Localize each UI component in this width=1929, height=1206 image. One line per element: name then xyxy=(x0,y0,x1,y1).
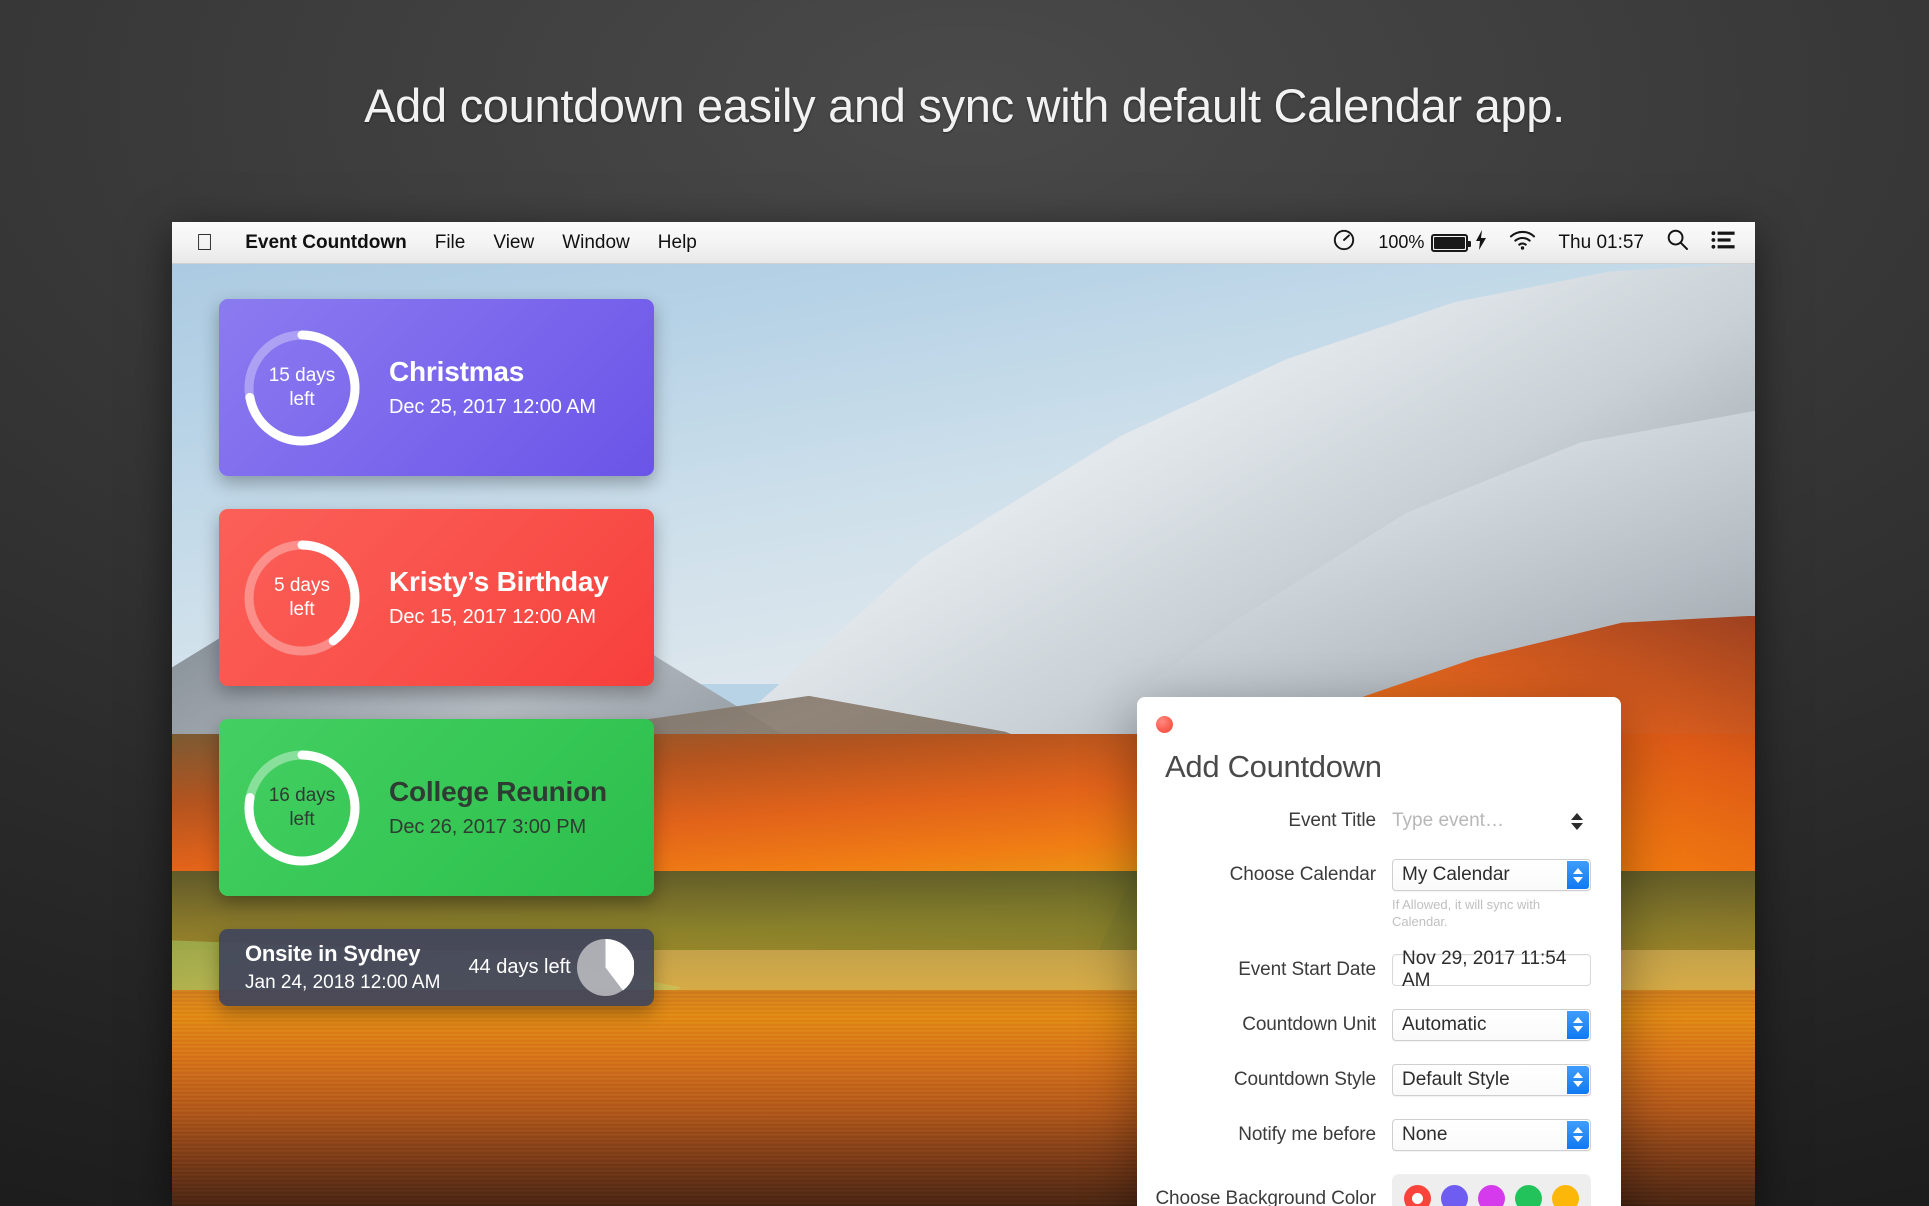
dialog-title: Add Countdown xyxy=(1165,749,1382,784)
menubar-clock[interactable]: Thu 01:57 xyxy=(1558,232,1644,254)
progress-ring-label: 5 days left xyxy=(241,537,363,659)
chevron-updown-icon xyxy=(1567,1120,1589,1149)
menu-app-name[interactable]: Event Countdown xyxy=(245,232,406,254)
days-left-number: 16 days xyxy=(268,785,336,807)
field-notify-me-before: Notify me before None xyxy=(1155,1118,1591,1151)
color-swatch-magenta[interactable] xyxy=(1477,1184,1505,1206)
field-countdown-unit: Countdown Unit Automatic xyxy=(1155,1008,1591,1041)
progress-ring-label: 16 days left xyxy=(241,747,363,869)
card-date: Jan 24, 2018 12:00 AM xyxy=(245,972,441,993)
days-left-number: 5 days xyxy=(274,575,330,597)
countdown-style-select[interactable]: Default Style xyxy=(1392,1063,1591,1096)
close-button[interactable] xyxy=(1156,716,1173,733)
select-value: None xyxy=(1402,1123,1448,1145)
select-value: Automatic xyxy=(1402,1013,1487,1035)
days-left-number: 15 days xyxy=(268,365,336,387)
field-label: Event Title xyxy=(1288,810,1376,831)
event-title-input[interactable]: Type event… xyxy=(1392,805,1591,836)
battery-status[interactable]: 100% xyxy=(1378,229,1487,256)
field-label: Choose Background Color xyxy=(1155,1187,1376,1206)
progress-ring: 15 days left xyxy=(241,327,363,449)
days-left-unit: left xyxy=(289,598,315,620)
countdown-card-college-reunion[interactable]: 16 days left College Reunion Dec 26, 201… xyxy=(219,719,654,896)
days-left-label: 44 days left xyxy=(468,956,571,978)
battery-icon xyxy=(1431,233,1472,252)
bolt-icon xyxy=(1475,229,1487,256)
countdown-card-list: 15 days left Christmas Dec 25, 2017 12:0… xyxy=(219,299,654,1006)
event-title-stepper-icon[interactable] xyxy=(1569,808,1584,834)
card-date: Dec 25, 2017 12:00 AM xyxy=(389,396,596,418)
chevron-updown-icon xyxy=(1567,1010,1589,1039)
countdown-card-kristys-birthday[interactable]: 5 days left Kristy’s Birthday Dec 15, 20… xyxy=(219,509,654,686)
select-value: My Calendar xyxy=(1402,864,1510,885)
field-label: Event Start Date xyxy=(1238,958,1376,980)
menu-item-file[interactable]: File xyxy=(435,232,466,254)
progress-ring-label: 15 days left xyxy=(241,327,363,449)
battery-percent-label: 100% xyxy=(1378,232,1425,252)
menu-item-window[interactable]: Window xyxy=(562,232,630,254)
field-background-color: Choose Background Color xyxy=(1155,1173,1591,1206)
card-date: Dec 26, 2017 3:00 PM xyxy=(389,816,587,838)
days-left-unit: left xyxy=(289,808,315,830)
menu-item-view[interactable]: View xyxy=(493,232,534,254)
color-swatch-red[interactable] xyxy=(1403,1184,1431,1206)
event-start-date-input[interactable]: Nov 29, 2017 11:54 AM xyxy=(1392,948,1591,991)
field-choose-calendar: Choose Calendar My Calendar If Allowed, … xyxy=(1155,859,1591,931)
color-swatch-purple[interactable] xyxy=(1440,1184,1468,1206)
progress-ring: 5 days left xyxy=(241,537,363,659)
progress-ring: 16 days left xyxy=(241,747,363,869)
menu-bar:  Event Countdown File View Window Help … xyxy=(172,222,1755,264)
color-swatch-amber[interactable] xyxy=(1552,1184,1580,1206)
days-left-unit: left xyxy=(289,388,315,410)
chevron-updown-icon xyxy=(1567,861,1589,889)
progress-pie xyxy=(577,938,635,996)
calendar-sync-hint: If Allowed, it will sync with Calendar. xyxy=(1392,897,1541,929)
color-swatch-panel xyxy=(1392,1173,1591,1206)
field-countdown-style: Countdown Style Default Style xyxy=(1155,1063,1591,1096)
field-label: Countdown Unit xyxy=(1242,1013,1376,1035)
card-title: College Reunion xyxy=(389,776,607,807)
timemachine-icon[interactable] xyxy=(1332,228,1356,258)
wifi-icon[interactable] xyxy=(1509,230,1536,256)
field-label: Notify me before xyxy=(1238,1123,1376,1145)
list-icon[interactable] xyxy=(1711,230,1735,256)
countdown-card-christmas[interactable]: 15 days left Christmas Dec 25, 2017 12:0… xyxy=(219,299,654,476)
menu-item-help[interactable]: Help xyxy=(658,232,697,254)
card-title: Kristy’s Birthday xyxy=(389,566,609,597)
choose-calendar-select[interactable]: My Calendar xyxy=(1392,859,1591,891)
chevron-updown-icon xyxy=(1567,1065,1589,1094)
notify-me-before-select[interactable]: None xyxy=(1392,1118,1591,1151)
field-label: Countdown Style xyxy=(1233,1068,1376,1090)
countdown-unit-select[interactable]: Automatic xyxy=(1392,1008,1591,1041)
color-swatch-green[interactable] xyxy=(1515,1184,1543,1206)
desktop-screen:  Event Countdown File View Window Help … xyxy=(172,222,1755,1206)
page-title: Add countdown easily and sync with defau… xyxy=(364,79,1565,132)
card-title: Christmas xyxy=(389,356,525,387)
add-countdown-dialog: Add Countdown Event Title Type event… Ch… xyxy=(1137,697,1621,1206)
search-icon[interactable] xyxy=(1666,228,1689,257)
countdown-card-onsite-in-sydney[interactable]: Onsite in Sydney Jan 24, 2018 12:00 AM 4… xyxy=(219,929,654,1006)
card-title: Onsite in Sydney xyxy=(245,941,421,966)
field-event-title: Event Title Type event… xyxy=(1155,805,1591,836)
card-date: Dec 15, 2017 12:00 AM xyxy=(389,606,596,628)
field-label: Choose Calendar xyxy=(1229,864,1376,885)
select-value: Default Style xyxy=(1402,1068,1510,1090)
field-event-start-date: Event Start Date Nov 29, 2017 11:54 AM xyxy=(1155,948,1591,991)
apple-logo-icon[interactable]:  xyxy=(196,231,213,254)
dialog-form: Event Title Type event… Choose Calendar … xyxy=(1137,805,1621,1206)
